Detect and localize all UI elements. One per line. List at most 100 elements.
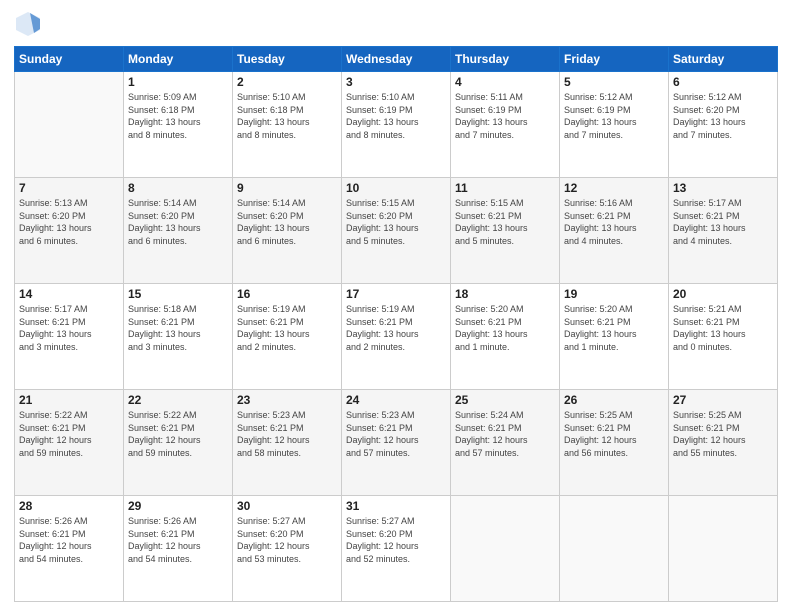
header — [14, 10, 778, 38]
day-info: Sunrise: 5:27 AM Sunset: 6:20 PM Dayligh… — [237, 515, 337, 565]
header-day-friday: Friday — [560, 47, 669, 72]
day-number: 30 — [237, 499, 337, 513]
day-info: Sunrise: 5:14 AM Sunset: 6:20 PM Dayligh… — [128, 197, 228, 247]
day-number: 2 — [237, 75, 337, 89]
day-number: 29 — [128, 499, 228, 513]
calendar-cell: 21 Sunrise: 5:22 AM Sunset: 6:21 PM Dayli… — [15, 390, 124, 496]
calendar-cell: 16 Sunrise: 5:19 AM Sunset: 6:21 PM Dayli… — [233, 284, 342, 390]
calendar-body: 1 Sunrise: 5:09 AM Sunset: 6:18 PM Daylig… — [15, 72, 778, 602]
calendar-cell: 18Sunrise: 5:20 AM Sunset: 6:21 PM Dayli… — [451, 284, 560, 390]
day-info: Sunrise: 5:20 AM Sunset: 6:21 PM Dayligh… — [564, 303, 664, 353]
calendar-row: 28 Sunrise: 5:26 AM Sunset: 6:21 PM Dayli… — [15, 496, 778, 602]
calendar-cell: 17 Sunrise: 5:19 AM Sunset: 6:21 PM Dayli… — [342, 284, 451, 390]
calendar-cell: 20 Sunrise: 5:21 AM Sunset: 6:21 PM Dayli… — [669, 284, 778, 390]
calendar-cell — [669, 496, 778, 602]
calendar-cell: 28 Sunrise: 5:26 AM Sunset: 6:21 PM Dayli… — [15, 496, 124, 602]
day-info: Sunrise: 5:25 AM Sunset: 6:21 PM Dayligh… — [564, 409, 664, 459]
day-info: Sunrise: 5:19 AM Sunset: 6:21 PM Dayligh… — [346, 303, 446, 353]
calendar-cell: 12 Sunrise: 5:16 AM Sunset: 6:21 PM Dayli… — [560, 178, 669, 284]
calendar-cell: 29 Sunrise: 5:26 AM Sunset: 6:21 PM Dayli… — [124, 496, 233, 602]
day-number: 16 — [237, 287, 337, 301]
day-info: Sunrise: 5:12 AM Sunset: 6:20 PM Dayligh… — [673, 91, 773, 141]
calendar-cell: 25 Sunrise: 5:24 AM Sunset: 6:21 PM Dayli… — [451, 390, 560, 496]
day-info: Sunrise: 5:17 AM Sunset: 6:21 PM Dayligh… — [19, 303, 119, 353]
calendar-cell: 26 Sunrise: 5:25 AM Sunset: 6:21 PM Dayli… — [560, 390, 669, 496]
day-number: 5 — [564, 75, 664, 89]
day-number: 14 — [19, 287, 119, 301]
calendar-cell: 24 Sunrise: 5:23 AM Sunset: 6:21 PM Dayli… — [342, 390, 451, 496]
day-number: 20 — [673, 287, 773, 301]
day-number: 7 — [19, 181, 119, 195]
calendar-header: SundayMondayTuesdayWednesdayThursdayFrid… — [15, 47, 778, 72]
day-number: 31 — [346, 499, 446, 513]
header-day-thursday: Thursday — [451, 47, 560, 72]
day-number: 12 — [564, 181, 664, 195]
day-info: Sunrise: 5:26 AM Sunset: 6:21 PM Dayligh… — [19, 515, 119, 565]
day-number: 1 — [128, 75, 228, 89]
calendar-cell: 14 Sunrise: 5:17 AM Sunset: 6:21 PM Dayli… — [15, 284, 124, 390]
day-number: 19 — [564, 287, 664, 301]
header-day-tuesday: Tuesday — [233, 47, 342, 72]
day-info: Sunrise: 5:27 AM Sunset: 6:20 PM Dayligh… — [346, 515, 446, 565]
calendar-cell — [451, 496, 560, 602]
day-info: Sunrise: 5:22 AM Sunset: 6:21 PM Dayligh… — [19, 409, 119, 459]
day-number: 25 — [455, 393, 555, 407]
day-info: Sunrise: 5:16 AM Sunset: 6:21 PM Dayligh… — [564, 197, 664, 247]
header-day-sunday: Sunday — [15, 47, 124, 72]
day-info: Sunrise: 5:26 AM Sunset: 6:21 PM Dayligh… — [128, 515, 228, 565]
calendar-cell — [15, 72, 124, 178]
header-row: SundayMondayTuesdayWednesdayThursdayFrid… — [15, 47, 778, 72]
day-number: 28 — [19, 499, 119, 513]
day-number: 22 — [128, 393, 228, 407]
day-info: Sunrise: 5:24 AM Sunset: 6:21 PM Dayligh… — [455, 409, 555, 459]
header-day-monday: Monday — [124, 47, 233, 72]
header-day-saturday: Saturday — [669, 47, 778, 72]
day-info: Sunrise: 5:14 AM Sunset: 6:20 PM Dayligh… — [237, 197, 337, 247]
day-number: 21 — [19, 393, 119, 407]
calendar-cell: 3 Sunrise: 5:10 AM Sunset: 6:19 PM Daylig… — [342, 72, 451, 178]
day-info: Sunrise: 5:12 AM Sunset: 6:19 PM Dayligh… — [564, 91, 664, 141]
calendar-row: 21 Sunrise: 5:22 AM Sunset: 6:21 PM Dayli… — [15, 390, 778, 496]
calendar-cell: 31 Sunrise: 5:27 AM Sunset: 6:20 PM Dayli… — [342, 496, 451, 602]
calendar-cell: 19 Sunrise: 5:20 AM Sunset: 6:21 PM Dayli… — [560, 284, 669, 390]
calendar-cell: 22 Sunrise: 5:22 AM Sunset: 6:21 PM Dayli… — [124, 390, 233, 496]
day-info: Sunrise: 5:21 AM Sunset: 6:21 PM Dayligh… — [673, 303, 773, 353]
day-number: 3 — [346, 75, 446, 89]
day-number: 17 — [346, 287, 446, 301]
calendar-cell: 15 Sunrise: 5:18 AM Sunset: 6:21 PM Dayli… — [124, 284, 233, 390]
logo-icon — [14, 10, 42, 38]
day-number: 6 — [673, 75, 773, 89]
day-info: Sunrise: 5:09 AM Sunset: 6:18 PM Dayligh… — [128, 91, 228, 141]
day-number: 26 — [564, 393, 664, 407]
page: SundayMondayTuesdayWednesdayThursdayFrid… — [0, 0, 792, 612]
day-info: Sunrise: 5:15 AM Sunset: 6:20 PM Dayligh… — [346, 197, 446, 247]
day-number: 15 — [128, 287, 228, 301]
calendar-cell: 30 Sunrise: 5:27 AM Sunset: 6:20 PM Dayli… — [233, 496, 342, 602]
calendar-cell: 11 Sunrise: 5:15 AM Sunset: 6:21 PM Dayli… — [451, 178, 560, 284]
calendar-cell: 7 Sunrise: 5:13 AM Sunset: 6:20 PM Daylig… — [15, 178, 124, 284]
day-info: Sunrise: 5:17 AM Sunset: 6:21 PM Dayligh… — [673, 197, 773, 247]
day-number: 11 — [455, 181, 555, 195]
day-info: Sunrise: 5:22 AM Sunset: 6:21 PM Dayligh… — [128, 409, 228, 459]
calendar-row: 7 Sunrise: 5:13 AM Sunset: 6:20 PM Daylig… — [15, 178, 778, 284]
day-info: Sunrise: 5:18 AM Sunset: 6:21 PM Dayligh… — [128, 303, 228, 353]
day-info: Sunrise: 5:19 AM Sunset: 6:21 PM Dayligh… — [237, 303, 337, 353]
day-info: Sunrise: 5:15 AM Sunset: 6:21 PM Dayligh… — [455, 197, 555, 247]
day-number: 24 — [346, 393, 446, 407]
calendar-row: 14 Sunrise: 5:17 AM Sunset: 6:21 PM Dayli… — [15, 284, 778, 390]
calendar-cell: 9Sunrise: 5:14 AM Sunset: 6:20 PM Daylig… — [233, 178, 342, 284]
header-day-wednesday: Wednesday — [342, 47, 451, 72]
calendar-cell: 6 Sunrise: 5:12 AM Sunset: 6:20 PM Daylig… — [669, 72, 778, 178]
calendar-cell: 5 Sunrise: 5:12 AM Sunset: 6:19 PM Daylig… — [560, 72, 669, 178]
day-info: Sunrise: 5:10 AM Sunset: 6:18 PM Dayligh… — [237, 91, 337, 141]
calendar-row: 1 Sunrise: 5:09 AM Sunset: 6:18 PM Daylig… — [15, 72, 778, 178]
day-number: 23 — [237, 393, 337, 407]
day-info: Sunrise: 5:10 AM Sunset: 6:19 PM Dayligh… — [346, 91, 446, 141]
day-number: 10 — [346, 181, 446, 195]
calendar-table: SundayMondayTuesdayWednesdayThursdayFrid… — [14, 46, 778, 602]
day-info: Sunrise: 5:13 AM Sunset: 6:20 PM Dayligh… — [19, 197, 119, 247]
day-info: Sunrise: 5:23 AM Sunset: 6:21 PM Dayligh… — [346, 409, 446, 459]
logo — [14, 10, 46, 38]
calendar-cell: 10 Sunrise: 5:15 AM Sunset: 6:20 PM Dayli… — [342, 178, 451, 284]
calendar-cell: 13Sunrise: 5:17 AM Sunset: 6:21 PM Dayli… — [669, 178, 778, 284]
